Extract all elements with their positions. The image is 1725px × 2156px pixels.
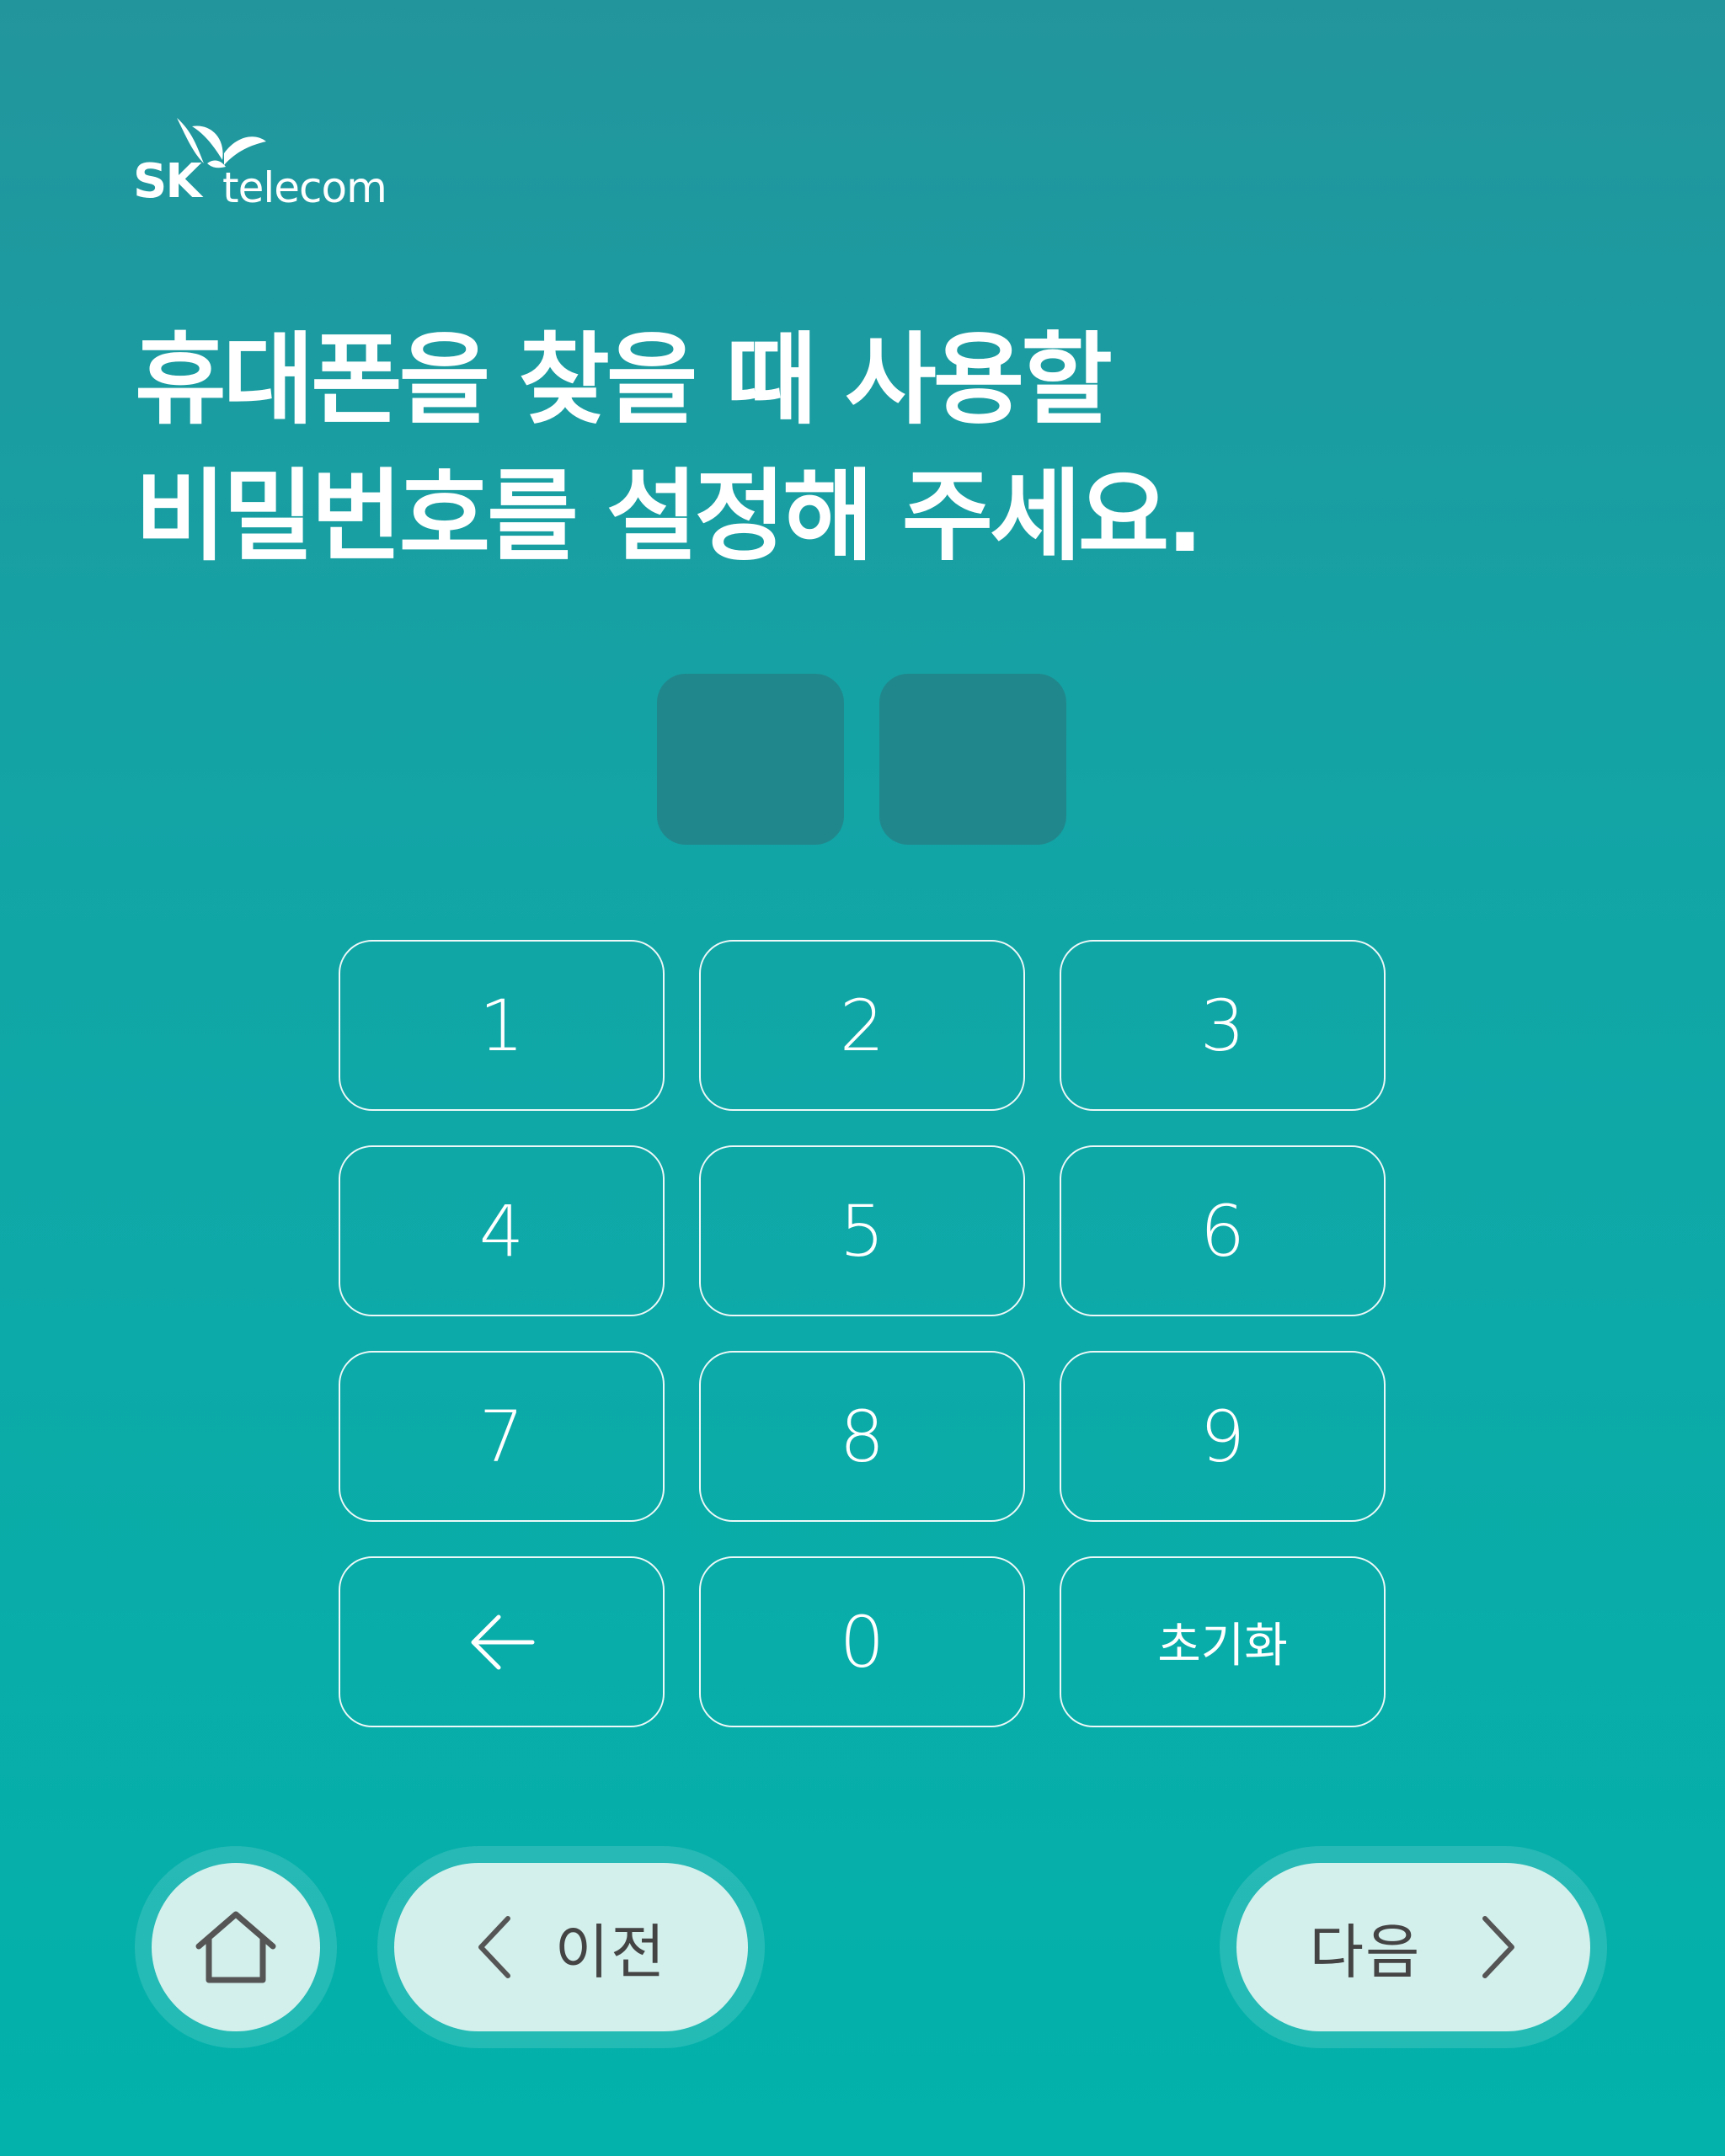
logo-sk-text: SK [133,154,202,209]
key-label: 3 [1199,984,1246,1067]
pin-display [657,674,1066,845]
next-button-label: 다음 [1309,1917,1422,1987]
key-0[interactable]: 0 [699,1556,1025,1727]
sk-telecom-logo: SK telecom [133,116,387,217]
title-line-1: 휴대폰을 찾을 때 사용할 [135,322,1113,438]
key-label: 2 [839,984,885,1067]
title-line-2: 비밀번호를 설정해 주세요. [135,458,1204,574]
key-5[interactable]: 5 [699,1145,1025,1316]
key-label: 8 [839,1395,885,1478]
key-2[interactable]: 2 [699,940,1025,1111]
reset-key-label: 초기화 [1157,1619,1288,1673]
page-title: 휴대폰을 찾을 때 사용할 비밀번호를 설정해 주세요. [135,312,1567,584]
chevron-left-icon [478,1916,510,1978]
key-3[interactable]: 3 [1060,940,1386,1111]
numeric-keypad: 1 2 3 4 5 6 7 8 9 0 초기화 [339,940,1386,1727]
key-label: 0 [839,1600,885,1684]
key-label: 5 [839,1189,885,1273]
pin-slot [657,674,844,845]
key-8[interactable]: 8 [699,1351,1025,1522]
key-label: 4 [478,1189,525,1273]
arrow-left-icon [471,1614,534,1669]
previous-button-label: 이전 [554,1917,667,1987]
key-label: 6 [1199,1189,1246,1273]
key-6[interactable]: 6 [1060,1145,1386,1316]
reset-key[interactable]: 초기화 [1060,1556,1386,1727]
key-9[interactable]: 9 [1060,1351,1386,1522]
key-1[interactable]: 1 [339,940,665,1111]
key-7[interactable]: 7 [339,1351,665,1522]
pin-slot [879,674,1066,845]
backspace-key[interactable] [339,1556,665,1727]
logo-telecom-text: telecom [222,163,387,212]
key-label: 9 [1199,1395,1246,1478]
home-button[interactable] [152,1863,320,2031]
home-icon [195,1911,276,1983]
key-4[interactable]: 4 [339,1145,665,1316]
chevron-right-icon [1482,1916,1515,1978]
next-button[interactable]: 다음 [1236,1863,1590,2031]
previous-button[interactable]: 이전 [394,1863,748,2031]
key-label: 1 [478,984,525,1067]
key-label: 7 [478,1395,525,1478]
